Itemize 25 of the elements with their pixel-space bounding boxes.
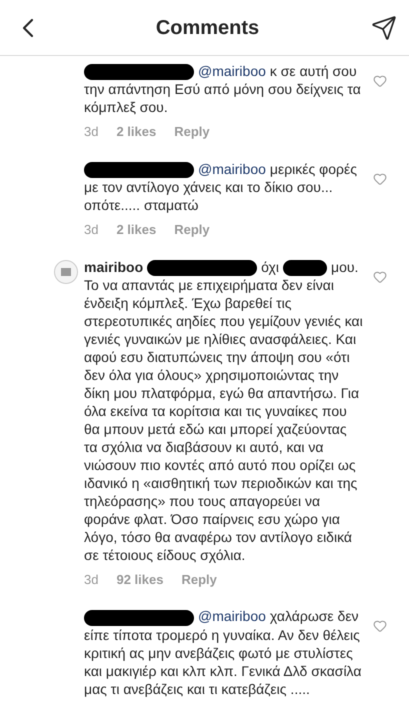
mention-link[interactable]: @mairiboo (198, 63, 266, 79)
mention-link[interactable]: @mairiboo (198, 608, 266, 624)
like-icon[interactable] (373, 270, 387, 284)
like-icon[interactable] (373, 172, 387, 186)
reply-link[interactable]: Reply (174, 220, 210, 240)
comment-time: 3d (84, 221, 98, 240)
send-icon[interactable] (370, 14, 397, 40)
username-link[interactable]: mairiboo (84, 258, 144, 275)
comment-time: 3d (84, 123, 98, 142)
comment-text: @mairiboo χαλάρωσε δεν είπε τίποτα τρομερό η γυναίκα. Αν δεν θέλεις κριτική ας μην ανεβάζεις φωτό με στυλίστες και μακιγιέρ και κλπ κλπ. Γενικά Δλδ σκασίλα μας τι ανεβάζεις και τι κατεβάζεις ..... (84, 607, 362, 698)
comment-text: @mairiboo μερικές φορές με τον αντίλογο χάνεις και το δίκιο σου... οπότε..... σταματώ (84, 160, 358, 214)
comment-time: 3d (84, 570, 98, 589)
redaction-mark (283, 260, 327, 276)
mention-link[interactable]: @mairiboo (198, 160, 266, 177)
avatar[interactable] (54, 260, 78, 284)
reply-link[interactable]: Reply (174, 122, 210, 142)
comment-text: @mairiboo κ σε αυτή σου την απάντηση Εσύ από μόνη σου δείχνεις τα κόμπλεξ σου. (84, 62, 362, 116)
likes-count[interactable]: 2 likes (116, 220, 156, 240)
like-icon[interactable] (373, 619, 387, 634)
page-title: Comments (156, 16, 260, 40)
likes-count[interactable]: 2 likes (116, 122, 156, 142)
reply-link[interactable]: Reply (181, 570, 217, 590)
like-icon[interactable] (373, 74, 387, 88)
likes-count[interactable]: 92 likes (116, 570, 164, 590)
comment-text: mairiboo όχι μου. Το να απαντάς με επιχειρήματα δεν είναι ένδειξη κόμπλεξ. Έχω βαρεθεί τις στερεοτυπικές αηδίες που γεμίζουν γενιές και γενιές γυναικών με ηλίθιες ανασφάλειες. Και αφού εσυ διατυπώνεις την άποψη σου «ότι δεν όλα για όλους» χρησιμοποιώντας την δίκη μου πλατφόρμα, εγώ θα απαντήσω. Για όλα εκείνα τα κορίτσια και τις γυναίκες που θα μπουν μετά εδώ και μπορεί χαζεύοντας τα σχόλια να διαβάσουν κι αυτό, και να νιώσουν πιο κοντές από αυτό που ορίζει ως ιδανικό η «αισθητική των περιοδικών και της τηλεόρασης» που τους απαγορεύει να φοράνε φλατ. Όσο παίρνεις εσυ χώρο για λόγο, τόσο θα αναφέρω τον αντίλογο ειδικά σε τέτοιους είδους σχόλια. (84, 258, 363, 564)
